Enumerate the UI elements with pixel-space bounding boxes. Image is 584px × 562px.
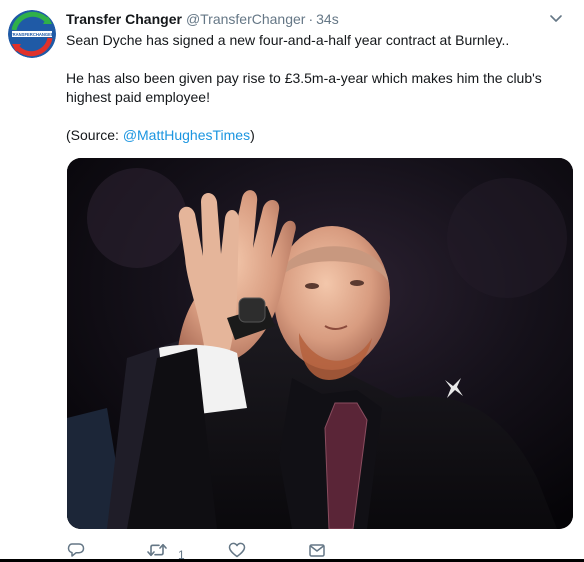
envelope-icon — [309, 544, 325, 557]
avatar[interactable]: TRANSFERCHANGER — [8, 10, 56, 58]
chevron-down-icon — [550, 15, 562, 22]
separator-dot: · — [308, 11, 314, 27]
mention-link[interactable]: @MattHughesTimes — [123, 127, 250, 143]
source-prefix: (Source: — [66, 127, 123, 143]
timestamp[interactable]: 34s — [316, 11, 339, 27]
tweet[interactable]: TRANSFERCHANGER Transfer Changer @Transfe… — [0, 0, 584, 562]
user-handle[interactable]: @TransferChanger — [186, 11, 306, 27]
tweet-text: Sean Dyche has signed a new four-and-a-h… — [66, 31, 566, 145]
tweet-source-line: (Source: @MattHughesTimes) — [66, 126, 566, 145]
reply-icon — [67, 543, 85, 557]
tweet-text-line: He has also been given pay rise to £3.5m… — [66, 70, 542, 105]
retweet-icon — [147, 543, 167, 557]
avatar-logo-text: TRANSFERCHANGER — [10, 32, 54, 37]
tweet-text-line: Sean Dyche has signed a new four-and-a-h… — [66, 32, 510, 48]
photo-image — [67, 158, 573, 529]
display-name[interactable]: Transfer Changer — [66, 11, 182, 27]
source-suffix: ) — [250, 127, 255, 143]
tweet-header: Transfer Changer @TransferChanger · 34s — [66, 9, 339, 29]
more-options-button[interactable] — [548, 12, 564, 24]
heart-icon — [228, 542, 246, 558]
tweet-photo[interactable] — [67, 158, 573, 529]
